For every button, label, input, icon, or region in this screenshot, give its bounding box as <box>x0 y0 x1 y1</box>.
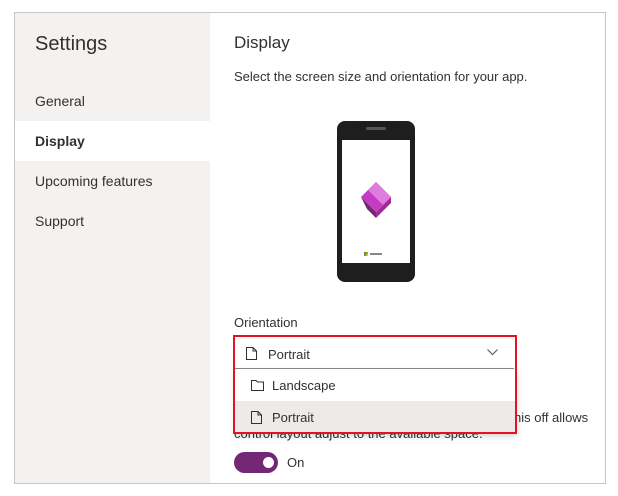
setting-toggle[interactable] <box>234 452 278 473</box>
setting-description-fragment: his off allows <box>514 410 589 425</box>
page-title: Display <box>234 33 290 52</box>
sidebar-item-support[interactable]: Support <box>15 201 210 241</box>
toggle-knob <box>263 457 274 468</box>
option-landscape[interactable]: Landscape <box>235 369 517 401</box>
microsoft-logo-icon <box>364 252 388 256</box>
orientation-options-list: Landscape Portrait <box>235 369 517 433</box>
toggle-state-label: On <box>287 455 305 470</box>
option-label: Portrait <box>272 410 314 425</box>
phone-speaker <box>366 127 386 130</box>
option-label: Landscape <box>272 378 336 393</box>
document-icon <box>251 411 262 424</box>
orientation-label: Orientation <box>234 315 298 330</box>
phone-preview <box>337 121 415 282</box>
power-apps-logo-icon <box>361 182 391 218</box>
page-description: Select the screen size and orientation f… <box>234 69 528 84</box>
sidebar-item-display[interactable]: Display <box>15 121 210 161</box>
settings-sidebar: Settings General Display Upcoming featur… <box>15 13 210 483</box>
document-landscape-icon <box>251 380 264 391</box>
phone-screen <box>342 140 410 263</box>
sidebar-title: Settings <box>35 33 108 55</box>
orientation-selected-value: Portrait <box>268 347 310 362</box>
orientation-dropdown[interactable]: Portrait <box>234 339 514 369</box>
document-icon <box>246 347 257 360</box>
option-portrait[interactable]: Portrait <box>235 401 517 433</box>
sidebar-item-general[interactable]: General <box>15 81 210 121</box>
chevron-down-icon <box>487 349 498 356</box>
sidebar-item-upcoming-features[interactable]: Upcoming features <box>15 161 210 201</box>
